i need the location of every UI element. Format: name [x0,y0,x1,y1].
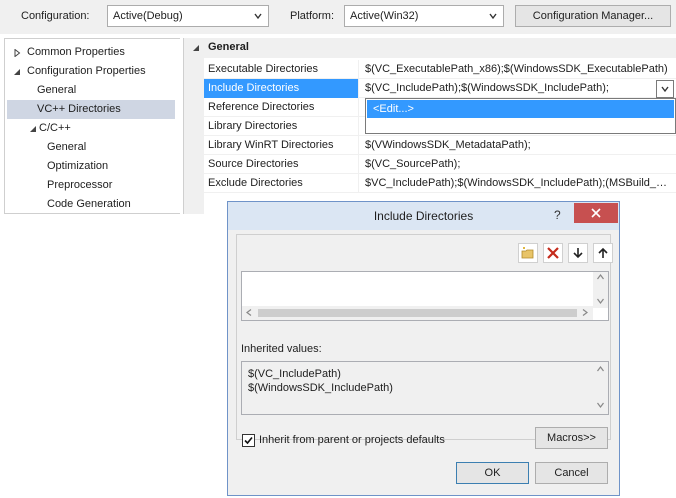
collapse-arrow-icon[interactable] [192,44,200,52]
property-name: Library WinRT Directories [204,136,359,155]
inherited-vertical-scrollbar[interactable] [593,362,608,414]
directories-list[interactable] [241,271,609,321]
property-name: Library Directories [204,117,359,136]
property-row[interactable]: Exclude Directories $VC_IncludePath);$(W… [204,174,676,193]
property-name: Source Directories [204,155,359,174]
inherited-values-label: Inherited values: [241,343,322,355]
tree-item-label: Preprocessor [47,179,113,191]
chevron-right-icon[interactable] [582,309,588,316]
tree-item-c-cpp[interactable]: C/C++ [25,119,179,138]
configuration-value: Active(Debug) [113,10,183,22]
move-up-button[interactable] [593,243,613,263]
property-value: $(VWindowsSDK_MetadataPath); [365,139,531,151]
tree-item-cpp-general[interactable]: General [47,138,179,157]
inherit-checkbox[interactable] [242,434,255,447]
checkmark-icon [244,436,253,445]
directories-panel: Inherited values: $(VC_IncludePath) $(Wi… [236,234,613,440]
configuration-combo[interactable]: Active(Debug) [107,5,269,27]
close-button[interactable] [574,203,618,223]
scrollbar-thumb[interactable] [258,309,577,317]
tree-item-code-generation[interactable]: Code Generation [47,195,179,214]
include-dropdown-list: <Edit...> [365,98,676,134]
configuration-label: Configuration: [21,10,90,22]
macros-button[interactable]: Macros>> [535,427,608,449]
list-horizontal-scrollbar[interactable] [242,306,593,320]
chevron-down-icon[interactable] [597,298,604,304]
collapse-arrow-icon[interactable] [29,125,37,133]
inherited-value: $(VC_IncludePath) [248,368,341,380]
cancel-button[interactable]: Cancel [535,462,608,484]
category-header[interactable]: General [184,38,676,58]
chevron-down-icon [661,86,669,93]
chevron-up-icon[interactable] [597,366,604,372]
delete-button[interactable] [543,243,563,263]
configuration-bar: Configuration: Active(Debug) Platform: A… [0,0,676,34]
tree-item-label: Configuration Properties [27,65,146,77]
expand-arrow-icon[interactable] [13,49,21,57]
property-name: Include Directories [204,79,359,98]
tree-item-vc-directories[interactable]: VC++ Directories [7,100,175,119]
list-vertical-scrollbar[interactable] [593,272,608,308]
tree-item-label: General [47,141,87,153]
property-name: Exclude Directories [204,174,359,193]
configuration-manager-button[interactable]: Configuration Manager... [515,5,671,27]
inherited-value: $(WindowsSDK_IncludePath) [248,382,393,394]
ok-button[interactable]: OK [456,462,529,484]
property-row[interactable]: Library WinRT Directories $(VWindowsSDK_… [204,136,676,155]
tree-item-preprocessor[interactable]: Preprocessor [47,176,179,195]
property-value: $VC_IncludePath);$(WindowsSDK_IncludePat… [365,177,672,189]
collapse-arrow-icon[interactable] [13,68,21,76]
property-row-selected[interactable]: Include Directories $(VC_IncludePath);$(… [204,79,676,98]
arrow-up-icon [598,247,608,258]
tree-item-label: Common Properties [27,46,125,58]
tree-item-label: C/C++ [39,122,71,134]
property-value: $(VC_ExecutablePath_x86);$(WindowsSDK_Ex… [365,63,668,75]
dialog-titlebar[interactable]: Include Directories ? [228,202,619,230]
platform-label: Platform: [290,10,335,22]
grid-gutter [184,58,204,214]
dropdown-item-edit[interactable]: <Edit...> [367,100,674,118]
tree-item-label: Code Generation [47,198,131,210]
inherited-values-box: $(VC_IncludePath) $(WindowsSDK_IncludePa… [241,361,609,415]
tree-item-label: General [37,84,77,96]
close-icon [591,208,601,218]
tree-item-common-properties[interactable]: Common Properties [9,43,179,62]
include-directories-dialog: Include Directories ? Inherited values: … [227,201,620,496]
tree-item-optimization[interactable]: Optimization [47,157,179,176]
property-name: Reference Directories [204,98,359,117]
new-folder-icon [521,247,534,259]
platform-combo[interactable]: Active(Win32) [344,5,504,27]
delete-icon [547,247,559,259]
chevron-left-icon[interactable] [246,309,252,316]
platform-value: Active(Win32) [350,10,419,22]
property-name: Executable Directories [204,60,359,79]
property-value: $(VC_SourcePath); [365,158,461,170]
tree-item-general[interactable]: General [29,81,179,100]
category-title: General [208,41,249,53]
tree-item-label: VC++ Directories [37,103,121,115]
inherit-checkbox-label[interactable]: Inherit from parent or projects defaults [259,434,445,446]
property-value[interactable]: $(VC_IncludePath);$(WindowsSDK_IncludePa… [362,79,652,98]
chevron-down-icon[interactable] [597,402,604,408]
include-dropdown-button[interactable] [656,80,674,98]
chevron-down-icon [254,13,262,20]
property-row[interactable]: Executable Directories $(VC_ExecutablePa… [204,60,676,79]
tree-item-configuration-properties[interactable]: Configuration Properties [9,62,179,81]
chevron-down-icon [489,13,497,20]
arrow-down-icon [573,248,583,259]
help-icon[interactable]: ? [554,208,561,222]
chevron-up-icon[interactable] [597,274,604,280]
tree-item-label: Optimization [47,160,109,172]
new-line-button[interactable] [518,243,538,263]
property-row[interactable]: Source Directories $(VC_SourcePath); [204,155,676,174]
property-tree: Common Properties Configuration Properti… [4,38,180,214]
move-down-button[interactable] [568,243,588,263]
